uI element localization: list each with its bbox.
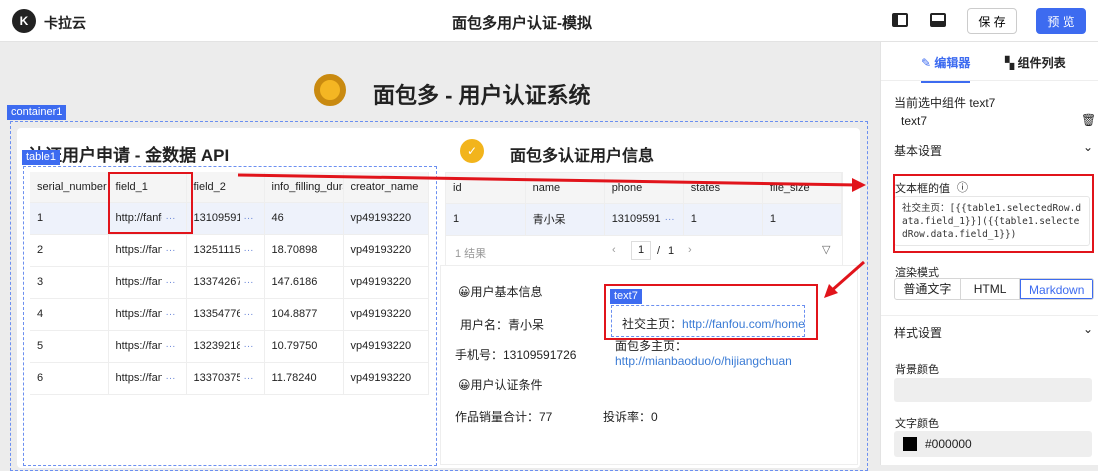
bg-color-input[interactable] — [894, 378, 1092, 402]
mode-plain[interactable]: 普通文字 — [895, 279, 961, 299]
arrow-line-1 — [237, 173, 859, 187]
arrow-line-2 — [829, 260, 865, 294]
chevron-down-icon[interactable]: ⌄ — [1083, 140, 1093, 154]
highlight-value — [893, 174, 1094, 253]
component-name[interactable]: text7 — [901, 114, 927, 128]
style-settings-header[interactable]: 样式设置 — [894, 324, 942, 341]
text-color-input[interactable]: #000000 — [894, 431, 1092, 457]
chevron-down-icon[interactable]: ⌄ — [1083, 322, 1093, 336]
text-color-label: 文字颜色 — [895, 418, 939, 430]
arrow-head-1 — [852, 178, 866, 192]
basic-settings-header[interactable]: 基本设置 — [894, 142, 942, 159]
mode-markdown[interactable]: Markdown — [1020, 279, 1093, 299]
tab-editor[interactable]: ✎ 编辑器 — [921, 54, 971, 83]
color-swatch — [903, 437, 917, 451]
tab-label: 组件列表 — [1017, 56, 1066, 70]
mode-html[interactable]: HTML — [961, 279, 1021, 299]
editor-panel: ✎ 编辑器 ▚ 组件列表 当前选中组件 text7 text7 🗑 基本设置 ⌄… — [880, 42, 1098, 465]
tab-components[interactable]: ▚ 组件列表 — [1005, 54, 1066, 71]
render-mode-selector[interactable]: 普通文字 HTML Markdown — [894, 278, 1094, 300]
grid-icon: ▚ — [1005, 56, 1018, 70]
bg-color-label: 背景颜色 — [895, 364, 939, 376]
selected-component-label: 当前选中组件 text7 — [894, 96, 996, 110]
tab-label: 编辑器 — [934, 56, 971, 70]
text-color-value: #000000 — [925, 437, 972, 451]
delete-icon[interactable]: 🗑 — [1081, 113, 1096, 127]
edit-icon: ✎ — [921, 56, 935, 70]
